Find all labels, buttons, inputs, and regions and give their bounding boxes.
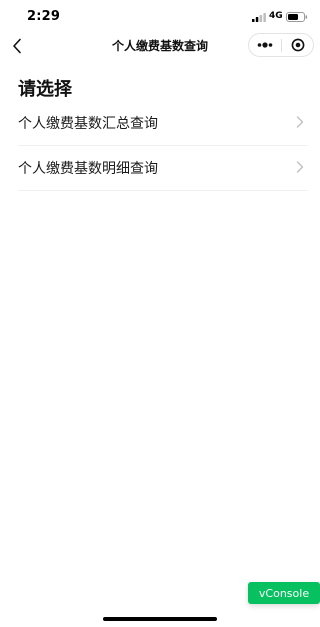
app-screen: 2:29 4G 个人缴费基数查询 请选择 个人缴费基数汇总查询 个人缴费基数明细…: [0, 0, 320, 627]
menu-item-label: 个人缴费基数汇总查询: [18, 116, 158, 132]
menu-item-detail-query[interactable]: 个人缴费基数明细查询: [18, 146, 308, 191]
section-heading: 请选择: [18, 79, 72, 100]
status-bar: 2:29 4G: [0, 0, 320, 32]
menu-item-summary-query[interactable]: 个人缴费基数汇总查询: [18, 101, 308, 146]
battery-icon: [286, 12, 308, 22]
chevron-right-icon: [296, 161, 304, 173]
nav-bar: 个人缴费基数查询: [0, 32, 320, 60]
status-time: 2:29: [27, 9, 61, 24]
more-button[interactable]: [249, 34, 281, 56]
chevron-left-icon: [13, 38, 21, 54]
signal-icon: [252, 13, 266, 22]
menu-item-label: 个人缴费基数明细查询: [18, 161, 158, 177]
capsule-menu: [248, 33, 314, 57]
back-button[interactable]: [6, 34, 28, 58]
home-indicator[interactable]: [103, 617, 217, 621]
vconsole-button[interactable]: vConsole: [248, 582, 320, 604]
menu-list: 个人缴费基数汇总查询 个人缴费基数明细查询: [0, 101, 320, 191]
close-miniprogram-button[interactable]: [282, 34, 314, 56]
target-circle-icon: [291, 38, 305, 52]
network-label: 4G: [269, 11, 283, 21]
chevron-right-icon: [296, 116, 304, 128]
more-dots-icon: [257, 42, 273, 48]
page-title: 个人缴费基数查询: [111, 39, 208, 53]
